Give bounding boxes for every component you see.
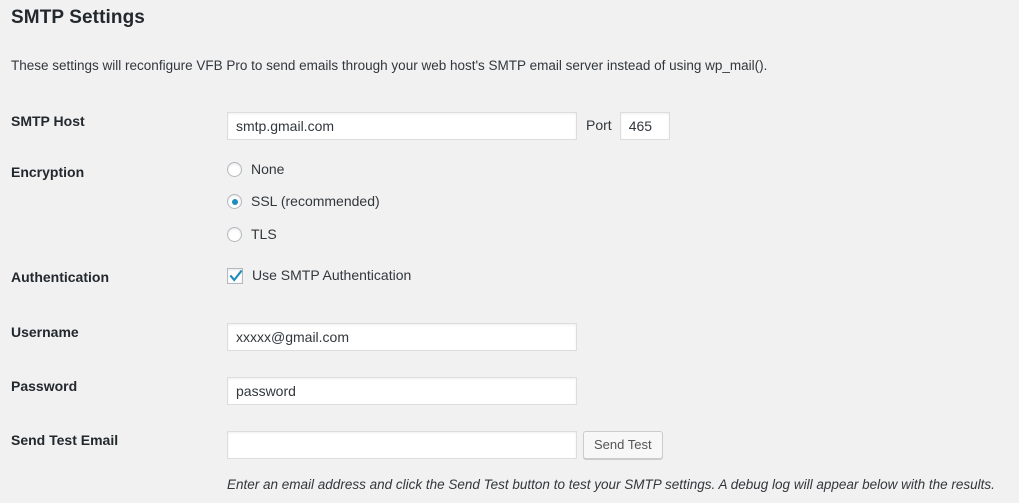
password-input[interactable] (227, 377, 577, 406)
field-encryption: None SSL (recommended) TLS (227, 150, 1019, 245)
radio-icon-tls[interactable] (227, 227, 242, 243)
encryption-radio-group: None SSL (recommended) TLS (227, 160, 1009, 245)
label-authentication: Authentication (11, 269, 109, 286)
label-encryption: Encryption (11, 163, 85, 180)
label-username: Username (11, 324, 79, 341)
radio-icon-ssl[interactable] (227, 194, 242, 210)
field-send-test-email: Send Test (227, 411, 1019, 460)
checkbox-use-smtp-authentication[interactable]: Use SMTP Authentication (227, 266, 1009, 286)
label-smtp-host: SMTP Host (11, 112, 85, 129)
radio-icon-none[interactable] (227, 161, 242, 177)
radio-label-tls: TLS (251, 225, 277, 242)
checkmark-icon[interactable] (227, 268, 243, 285)
smtp-settings-page: SMTP Settings These settings will reconf… (0, 0, 1019, 503)
send-test-email-group: Send Test (227, 431, 1009, 460)
form-row-smtp-host: SMTP Host Port (0, 98, 1019, 150)
field-username (227, 303, 1019, 357)
form-row-send-test-email: Send Test Email Send Test (0, 411, 1019, 460)
smtp-settings-form: SMTP Host Port Encryption None (0, 98, 1019, 460)
send-test-email-input[interactable] (227, 431, 577, 460)
form-row-username: Username (0, 303, 1019, 357)
send-test-button[interactable]: Send Test (583, 431, 663, 460)
page-title: SMTP Settings (11, 7, 145, 28)
form-row-encryption: Encryption None SSL (recommended) TLS (0, 150, 1019, 245)
label-port: Port (586, 116, 612, 133)
field-authentication: Use SMTP Authentication (227, 244, 1019, 303)
page-description: These settings will reconfigure VFB Pro … (11, 57, 768, 73)
form-row-authentication: Authentication Use SMTP Authentication (0, 244, 1019, 303)
username-input[interactable] (227, 323, 577, 352)
send-test-email-help-text: Enter an email address and click the Sen… (227, 477, 995, 492)
field-password (227, 357, 1019, 411)
port-input[interactable] (619, 111, 670, 140)
checkbox-label-use-smtp-authentication: Use SMTP Authentication (252, 267, 412, 284)
radio-option-tls[interactable]: TLS (227, 225, 1009, 245)
smtp-host-input[interactable] (227, 111, 577, 140)
radio-option-none[interactable]: None (227, 160, 1009, 180)
label-send-test-email: Send Test Email (11, 432, 119, 449)
field-smtp-host: Port (227, 98, 1019, 150)
label-password: Password (11, 378, 78, 395)
radio-label-ssl: SSL (recommended) (251, 193, 380, 210)
smtp-host-port-group: Port (227, 111, 1009, 140)
form-row-password: Password (0, 357, 1019, 411)
radio-label-none: None (251, 160, 285, 177)
radio-option-ssl[interactable]: SSL (recommended) (227, 192, 1009, 212)
